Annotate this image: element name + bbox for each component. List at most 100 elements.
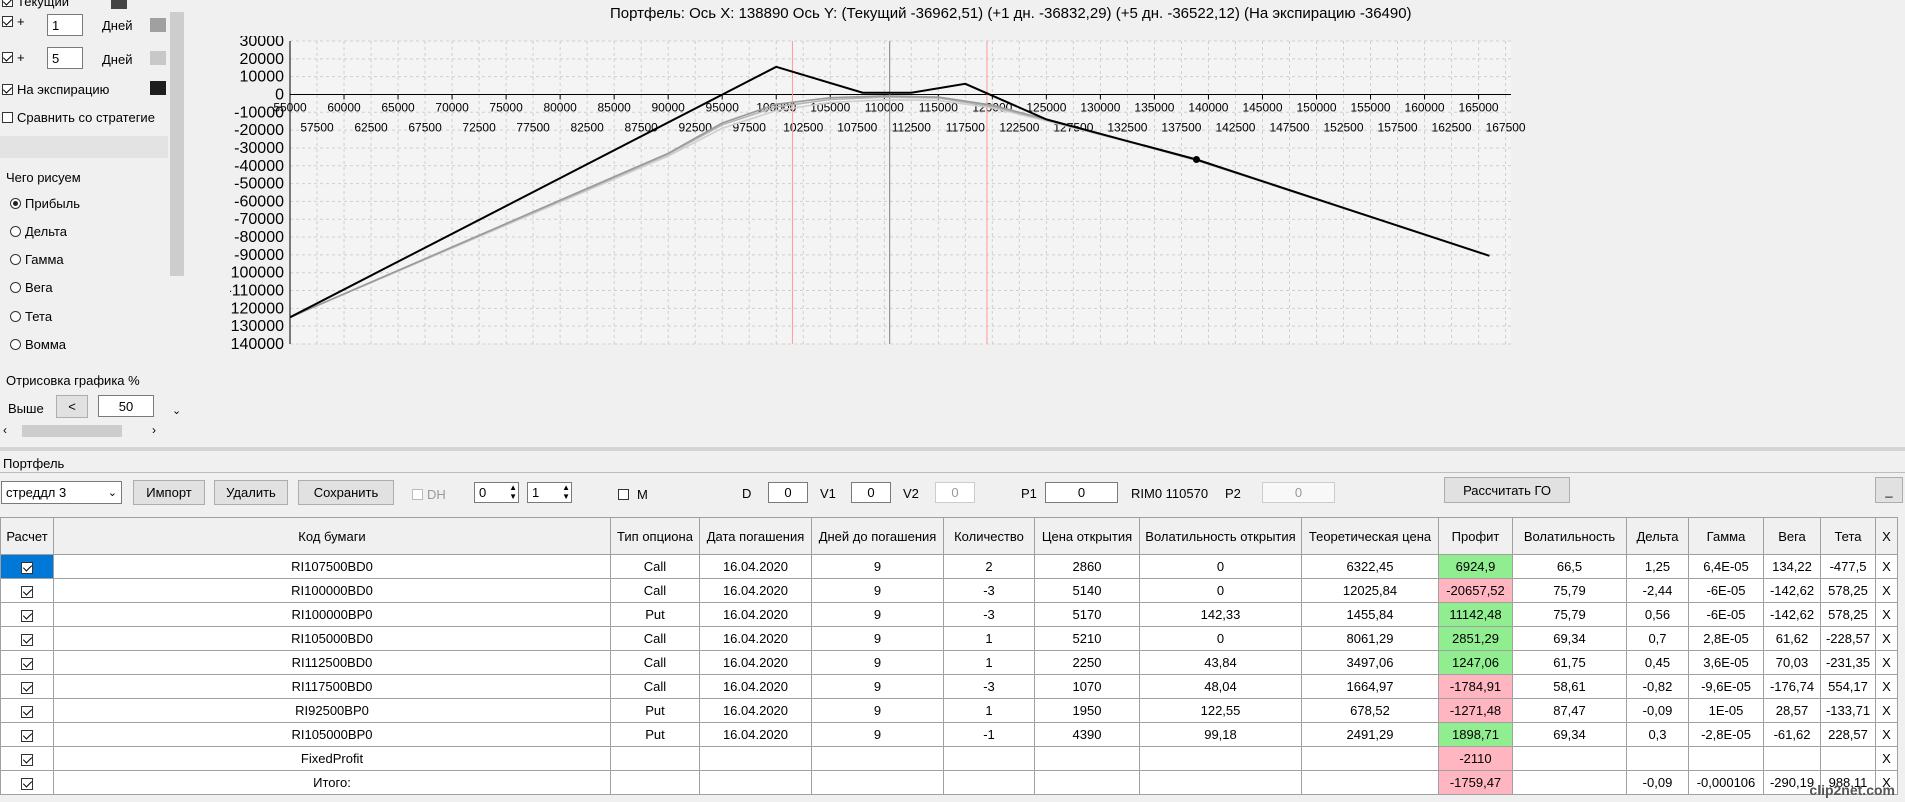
delete-row-cell[interactable]: X: [1875, 698, 1898, 723]
radio-profit[interactable]: Прибыль: [10, 196, 80, 211]
spin2-updown-icon[interactable]: ▲ ▼: [562, 483, 570, 501]
header-price[interactable]: Цена открытия: [1034, 517, 1140, 555]
less-button[interactable]: <: [56, 395, 88, 418]
expiration-checkbox[interactable]: [2, 84, 13, 95]
strategy-select[interactable]: стреддл 3 ⌄: [1, 481, 122, 504]
table-row[interactable]: RI112500BD0 Call 16.04.2020 9 1 2250 43,84 3497…: [0, 650, 1898, 675]
calc-checkbox-cell[interactable]: [0, 698, 54, 723]
radio-gamma-icon[interactable]: [10, 254, 21, 265]
calc-checkbox-cell[interactable]: [0, 602, 54, 627]
table-row[interactable]: RI100000BP0 Put 16.04.2020 9 -3 5170 142,33 145…: [0, 602, 1898, 627]
current-checkbox[interactable]: [2, 0, 13, 7]
calc-checkbox[interactable]: [21, 561, 33, 574]
delete-row-cell[interactable]: X: [1875, 626, 1898, 651]
p2-input[interactable]: 0: [1262, 482, 1335, 503]
chevron-down-icon[interactable]: ⌄: [108, 486, 117, 499]
calc-go-button[interactable]: Рассчитать ГО: [1444, 477, 1570, 503]
chevron-right-icon[interactable]: ›: [152, 423, 156, 437]
calc-checkbox[interactable]: [21, 729, 33, 742]
delete-row-cell[interactable]: X: [1875, 554, 1898, 579]
calc-checkbox-cell[interactable]: [0, 578, 54, 603]
p1-input[interactable]: 0: [1045, 482, 1118, 503]
delete-row-cell[interactable]: X: [1875, 578, 1898, 603]
calc-checkbox-cell[interactable]: [0, 650, 54, 675]
header-type[interactable]: Тип опциона: [610, 517, 700, 555]
header-calc[interactable]: Расчет: [0, 517, 54, 555]
minimize-button[interactable]: _: [1875, 477, 1903, 503]
save-button[interactable]: Сохранить: [298, 480, 394, 505]
header-code[interactable]: Код бумаги: [53, 517, 611, 555]
calc-checkbox[interactable]: [21, 657, 33, 670]
table-row[interactable]: RI107500BD0 Call 16.04.2020 9 2 2860 0 6322,45 6…: [0, 554, 1898, 579]
calc-checkbox[interactable]: [21, 585, 33, 598]
plus1-color-swatch[interactable]: [150, 18, 166, 32]
delete-button[interactable]: Удалить: [214, 480, 288, 505]
calc-checkbox-cell[interactable]: [0, 554, 54, 579]
calc-checkbox-cell[interactable]: [0, 674, 54, 699]
current-color-swatch[interactable]: [111, 0, 127, 9]
radio-theta[interactable]: Тета: [10, 309, 52, 324]
percent-input[interactable]: 50: [98, 395, 154, 417]
header-vol[interactable]: Волатильность: [1512, 517, 1627, 555]
plus1-checkbox[interactable]: [2, 16, 13, 27]
header-qty[interactable]: Количество: [943, 517, 1035, 555]
profit-chart[interactable]: 3000020000100000-10000-20000-30000-40000…: [230, 36, 1905, 434]
radio-delta-icon[interactable]: [10, 226, 21, 237]
dh-checkbox[interactable]: [412, 489, 423, 500]
calc-checkbox[interactable]: [21, 753, 33, 766]
table-row[interactable]: RI105000BP0 Put 16.04.2020 9 -1 4390 99,18 2491…: [0, 722, 1898, 747]
calc-checkbox-cell[interactable]: [0, 770, 54, 795]
radio-vega[interactable]: Вега: [10, 280, 53, 295]
plus5-color-swatch[interactable]: [150, 51, 166, 65]
plus5-days-input[interactable]: 5: [47, 47, 83, 69]
chevron-down-icon[interactable]: ⌄: [172, 404, 181, 417]
header-profit[interactable]: Профит: [1438, 517, 1513, 555]
calc-checkbox[interactable]: [21, 609, 33, 622]
left-hscrollbar[interactable]: ‹ ›: [0, 422, 168, 440]
header-theo[interactable]: Теоретическая цена: [1301, 517, 1439, 555]
compare-checkbox[interactable]: [2, 112, 13, 123]
calc-checkbox[interactable]: [21, 777, 33, 790]
spin1-input[interactable]: 0 ▲ ▼: [474, 482, 519, 503]
header-gamma[interactable]: Гамма: [1688, 517, 1764, 555]
plus5-checkbox[interactable]: [2, 52, 13, 63]
plus1-days-input[interactable]: 1: [47, 14, 83, 36]
left-hscroll-thumb[interactable]: [22, 425, 122, 437]
spin1-updown-icon[interactable]: ▲ ▼: [509, 483, 517, 501]
delete-row-cell[interactable]: X: [1875, 602, 1898, 627]
calc-checkbox[interactable]: [21, 681, 33, 694]
splitter[interactable]: [0, 447, 1905, 451]
calc-checkbox-cell[interactable]: [0, 722, 54, 747]
table-row[interactable]: FixedProfit -2110 X: [0, 746, 1898, 771]
v2-input[interactable]: 0: [935, 482, 975, 503]
header-vega[interactable]: Вега: [1763, 517, 1821, 555]
d-input[interactable]: 0: [768, 482, 808, 503]
radio-vomma[interactable]: Вомма: [10, 337, 66, 352]
header-theta[interactable]: Тета: [1820, 517, 1876, 555]
table-row[interactable]: Итого: -1759,47 -0,09 -0,000106 -290,19 988,1…: [0, 770, 1898, 795]
table-row[interactable]: RI92500BP0 Put 16.04.2020 9 1 1950 122,55 678,5…: [0, 698, 1898, 723]
calc-checkbox[interactable]: [21, 705, 33, 718]
radio-profit-icon[interactable]: [10, 198, 21, 209]
header-days[interactable]: Дней до погашения: [811, 517, 944, 555]
radio-vomma-icon[interactable]: [10, 339, 21, 350]
delete-row-cell[interactable]: X: [1875, 746, 1898, 771]
header-date[interactable]: Дата погашения: [699, 517, 812, 555]
header-x[interactable]: X: [1875, 517, 1898, 555]
spin2-input[interactable]: 1 ▲ ▼: [527, 482, 572, 503]
import-button[interactable]: Импорт: [133, 480, 205, 505]
left-vscrollbar[interactable]: ⌄: [168, 0, 186, 422]
radio-theta-icon[interactable]: [10, 311, 21, 322]
expiration-color-swatch[interactable]: [150, 81, 166, 95]
m-checkbox[interactable]: [618, 489, 629, 500]
delete-row-cell[interactable]: X: [1875, 674, 1898, 699]
table-row[interactable]: RI105000BD0 Call 16.04.2020 9 1 5210 0 8061,29 2…: [0, 626, 1898, 651]
header-delta[interactable]: Дельта: [1626, 517, 1689, 555]
radio-gamma[interactable]: Гамма: [10, 252, 64, 267]
delete-row-cell[interactable]: X: [1875, 650, 1898, 675]
table-row[interactable]: RI117500BD0 Call 16.04.2020 9 -3 1070 48,04 166…: [0, 674, 1898, 699]
radio-vega-icon[interactable]: [10, 282, 21, 293]
header-vol-open[interactable]: Волатильность открытия: [1139, 517, 1302, 555]
radio-delta[interactable]: Дельта: [10, 224, 67, 239]
calc-checkbox-cell[interactable]: [0, 626, 54, 651]
